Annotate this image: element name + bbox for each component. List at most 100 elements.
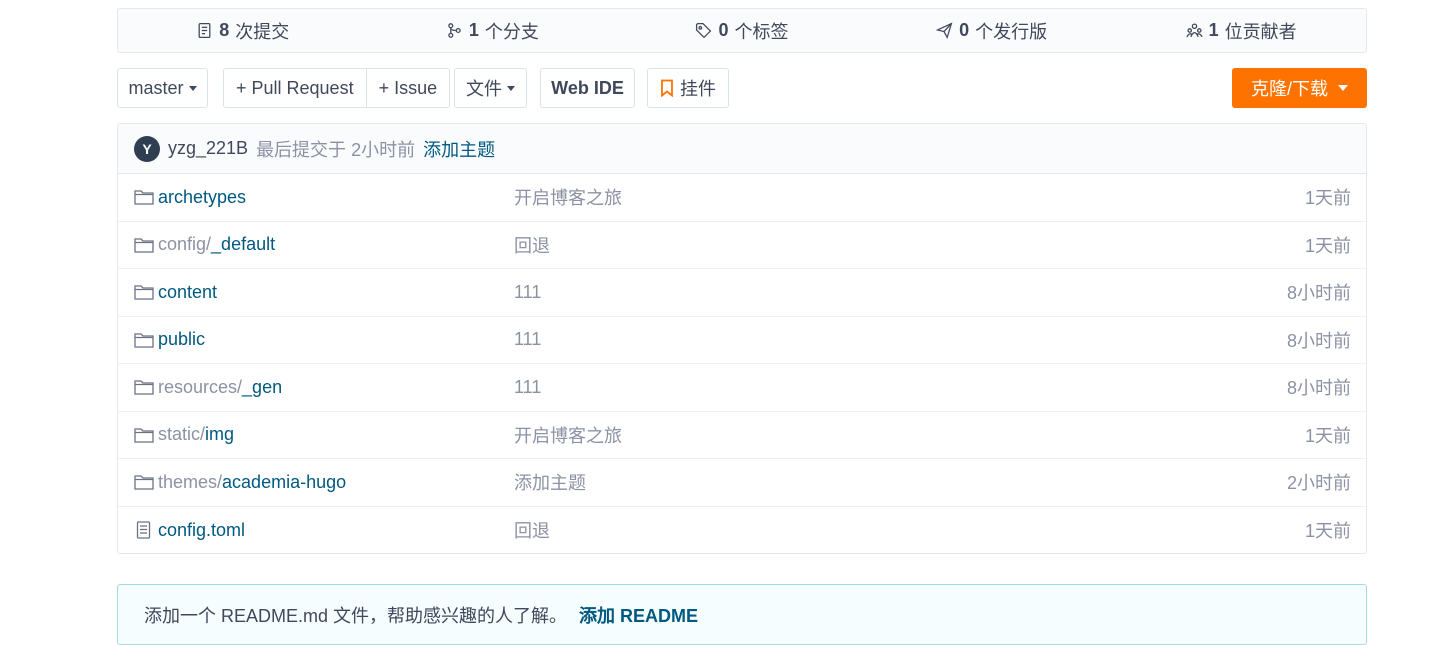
commit-message-link[interactable]: 添加主题 xyxy=(514,469,586,495)
tags-stat[interactable]: 0 个标签 xyxy=(617,18,867,44)
commits-count: 8 xyxy=(219,20,230,40)
branch-selector[interactable]: master xyxy=(117,68,208,108)
file-name: content xyxy=(158,281,218,302)
release-icon xyxy=(936,22,953,39)
pull-request-button[interactable]: + Pull Request xyxy=(224,69,366,107)
file-name: config.toml xyxy=(158,519,246,540)
branches-stat[interactable]: 1 个分支 xyxy=(368,18,618,44)
commit-time: 1天前 xyxy=(1304,425,1351,446)
last-commit-label: 最后提交于 2小时前 xyxy=(256,139,416,160)
tag-icon xyxy=(696,22,712,39)
create-button-group: + Pull Request + Issue xyxy=(223,68,451,108)
chevron-down-icon xyxy=(507,85,515,91)
commit-time: 8小时前 xyxy=(1286,330,1351,351)
widget-button[interactable]: 挂件 xyxy=(647,68,729,108)
branch-name: master xyxy=(128,77,184,98)
file-name-link[interactable]: public xyxy=(158,329,205,350)
commit-message-link[interactable]: 回退 xyxy=(514,517,550,543)
add-readme-link[interactable]: 添加 README xyxy=(579,602,698,628)
commit-author[interactable]: yzg_221B xyxy=(168,138,248,159)
path-prefix: static/ xyxy=(158,424,206,445)
commit-time: 1天前 xyxy=(1304,188,1351,209)
file-name-link[interactable]: content xyxy=(158,282,217,303)
table-row[interactable]: static/img 开启博客之旅 1天前 xyxy=(118,412,1366,459)
folder-icon xyxy=(134,332,154,348)
commit-time: 1天前 xyxy=(1304,235,1351,256)
repo-toolbar: master + Pull Request + Issue 文件 Web IDE… xyxy=(117,68,1367,108)
folder-icon xyxy=(134,427,154,443)
commit-message-link[interactable]: 111 xyxy=(514,329,541,350)
clone-label: 克隆/下载 xyxy=(1250,79,1328,99)
file-name: archetypes xyxy=(158,186,247,207)
releases-count: 0 xyxy=(959,20,970,40)
repo-stats-bar: 8 次提交 1 个分支 0 个标签 0 个发行版 1 位贡献者 xyxy=(117,8,1367,53)
file-name: academia-hugo xyxy=(222,471,347,492)
file-name: public xyxy=(158,329,206,350)
widget-label: 挂件 xyxy=(680,79,716,99)
file-list: archetypes 开启博客之旅 1天前 config/_default 回退 1天前 c… xyxy=(118,174,1366,554)
file-name-link[interactable]: resources/_gen xyxy=(158,377,282,398)
file-name-link[interactable]: archetypes xyxy=(158,187,246,208)
contributors-count: 1 xyxy=(1208,20,1219,40)
releases-stat[interactable]: 0 个发行版 xyxy=(867,18,1117,44)
file-menu-button[interactable]: 文件 xyxy=(454,68,527,108)
file-name: _gen xyxy=(242,376,283,397)
contributors-label: 位贡献者 xyxy=(1224,21,1297,42)
folder-icon xyxy=(134,237,154,253)
path-prefix: config/ xyxy=(158,234,212,255)
contributors-icon xyxy=(1185,23,1203,38)
branch-icon xyxy=(448,23,461,38)
commit-time: 1天前 xyxy=(1304,521,1351,542)
commit-message-link[interactable]: 回退 xyxy=(514,232,550,258)
file-name-link[interactable]: static/img xyxy=(158,424,234,445)
folder-icon xyxy=(134,380,154,395)
file-menu-label: 文件 xyxy=(466,79,502,99)
avatar[interactable]: Y xyxy=(134,135,160,162)
web-ide-button[interactable]: Web IDE xyxy=(540,68,635,108)
table-row[interactable]: themes/academia-hugo 添加主题 2小时前 xyxy=(118,459,1366,507)
path-prefix: themes/ xyxy=(158,471,223,492)
releases-label: 个发行版 xyxy=(975,21,1048,42)
file-name: img xyxy=(205,424,235,445)
bookmark-icon xyxy=(661,79,673,97)
folder-icon xyxy=(134,285,154,300)
commit-time: 8小时前 xyxy=(1286,283,1351,304)
commit-message-link[interactable]: 111 xyxy=(514,377,541,398)
commits-stat[interactable]: 8 次提交 xyxy=(118,18,368,44)
branches-label: 个分支 xyxy=(484,21,539,42)
chevron-down-icon xyxy=(188,85,197,91)
file-icon xyxy=(136,520,151,539)
chevron-down-icon xyxy=(1338,85,1348,91)
file-name: _default xyxy=(211,234,276,255)
table-row[interactable]: public 111 8小时前 xyxy=(118,317,1366,364)
last-commit-bar: Y yzg_221B 最后提交于 2小时前 添加主题 xyxy=(118,124,1366,174)
folder-icon xyxy=(134,190,154,205)
commits-label: 次提交 xyxy=(235,21,290,42)
path-prefix: resources/ xyxy=(158,376,243,397)
issue-button[interactable]: + Issue xyxy=(365,69,450,107)
contributors-stat[interactable]: 1 位贡献者 xyxy=(1116,18,1366,44)
tags-label: 个标签 xyxy=(734,21,789,42)
commit-time: 2小时前 xyxy=(1286,473,1351,494)
folder-icon xyxy=(134,475,154,490)
file-tree: Y yzg_221B 最后提交于 2小时前 添加主题 archetypes 开启博… xyxy=(117,123,1367,554)
commit-message-link[interactable]: 开启博客之旅 xyxy=(514,184,622,210)
last-commit-message[interactable]: 添加主题 xyxy=(423,136,495,162)
file-name-link[interactable]: themes/academia-hugo xyxy=(158,472,346,493)
readme-notice-text: 添加一个 README.md 文件，帮助感兴趣的人了解。 xyxy=(144,605,568,626)
commit-message-link[interactable]: 开启博客之旅 xyxy=(514,422,622,448)
table-row[interactable]: resources/_gen 111 8小时前 xyxy=(118,364,1366,412)
tags-count: 0 xyxy=(718,20,729,40)
readme-notice: 添加一个 README.md 文件，帮助感兴趣的人了解。 添加 README xyxy=(117,584,1367,645)
file-name-link[interactable]: config/_default xyxy=(158,234,275,255)
commit-time: 8小时前 xyxy=(1286,378,1351,399)
table-row[interactable]: config/_default 回退 1天前 xyxy=(118,222,1366,269)
commit-message-link[interactable]: 111 xyxy=(514,282,541,303)
branches-count: 1 xyxy=(468,20,479,40)
clone-download-button[interactable]: 克隆/下载 xyxy=(1232,68,1367,108)
commit-icon xyxy=(198,22,211,39)
table-row[interactable]: archetypes 开启博客之旅 1天前 xyxy=(118,174,1366,222)
table-row[interactable]: content 111 8小时前 xyxy=(118,269,1366,317)
file-name-link[interactable]: config.toml xyxy=(158,520,245,541)
table-row[interactable]: config.toml 回退 1天前 xyxy=(118,507,1366,555)
